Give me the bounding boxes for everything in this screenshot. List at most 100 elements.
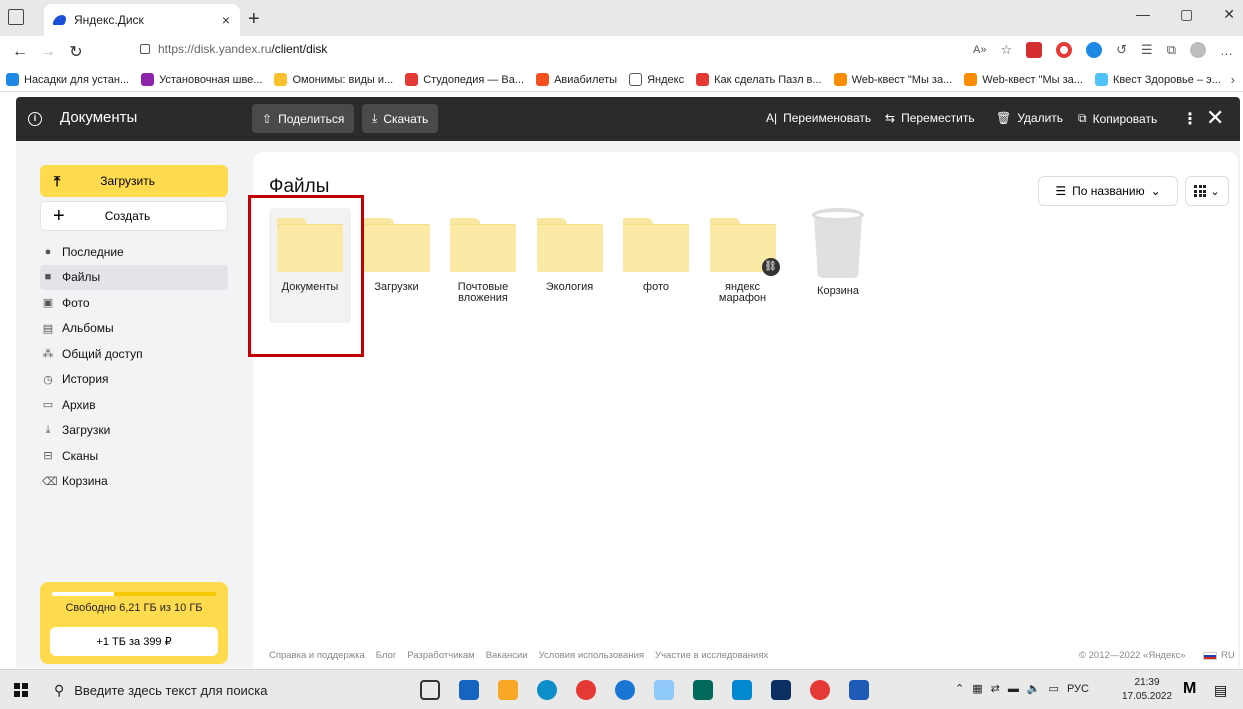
bookmark-item[interactable]: Насадки для устан... (6, 73, 129, 86)
upload-button[interactable]: ⤒ Загрузить (40, 165, 228, 197)
folder-item[interactable]: Загрузки (356, 208, 438, 293)
meet-app-icon[interactable]: M (1183, 680, 1196, 698)
sidebar-item[interactable]: ▣ Фото (40, 290, 228, 316)
bookmark-item[interactable]: Установочная шве... (141, 73, 262, 86)
new-tab-icon[interactable]: + (248, 8, 260, 31)
create-button[interactable]: + Создать (40, 201, 228, 231)
photoshop-icon[interactable] (771, 680, 791, 700)
footer-link[interactable]: Разработчикам (407, 650, 474, 661)
volume-icon[interactable]: 🔈 (1027, 682, 1041, 695)
pycharm-icon[interactable] (693, 680, 713, 700)
trash-folder[interactable]: Корзина (797, 208, 879, 297)
sidebar-item[interactable]: ⁂ Общий доступ (40, 341, 228, 367)
sidebar-item[interactable]: ⊟ Сканы (40, 443, 228, 469)
bookmark-item[interactable]: Web-квест "Мы за... (964, 73, 1083, 86)
copy-button[interactable]: ⧉ Копировать (1078, 111, 1157, 126)
notifications-icon[interactable]: ▤ (1214, 682, 1227, 699)
sidebar-item-icon: ■ (44, 271, 52, 284)
download-button[interactable]: ⤓ Скачать (362, 104, 439, 133)
sidebar-item[interactable]: ▭ Архив (40, 392, 228, 418)
network-icon[interactable]: ⇄ (991, 682, 1000, 695)
task-view-icon[interactable] (420, 680, 440, 700)
collections-icon[interactable]: ⧉ (1167, 42, 1176, 58)
tab-close-icon[interactable]: × (222, 12, 230, 28)
extension-red-icon[interactable] (1026, 42, 1043, 58)
footer-link[interactable]: Блог (376, 650, 397, 661)
paint-icon[interactable] (654, 680, 674, 700)
sidebar-item[interactable]: ● Последние (40, 239, 228, 265)
windows-start-icon[interactable] (14, 683, 28, 697)
storage-free-text: Свободно 6,21 ГБ из 10 ГБ (65, 602, 203, 614)
back-icon[interactable]: ← (6, 43, 34, 61)
extension-blue-icon[interactable] (1086, 42, 1103, 58)
telegram-icon[interactable] (615, 680, 635, 700)
tray-app-icon[interactable]: ▦ (972, 682, 982, 695)
bookmark-item[interactable]: Омонимы: виды и... (274, 73, 393, 86)
read-aloud-icon[interactable]: A» (973, 44, 986, 56)
sidebar-item-label: Архив (62, 397, 96, 412)
sidebar-item-label: Фото (62, 295, 90, 310)
photos-icon[interactable] (732, 680, 752, 700)
tray-chevron-icon[interactable]: ⌃ (955, 682, 964, 695)
bookmark-item[interactable]: Квест Здоровье – э... (1094, 73, 1221, 86)
view-mode-dropdown[interactable]: ⌄ (1185, 176, 1229, 206)
chrome-icon[interactable] (576, 680, 596, 700)
info-icon[interactable]: i (28, 112, 42, 126)
file-explorer-icon[interactable] (498, 680, 518, 700)
bookmark-label: Квест Здоровье – э... (1112, 73, 1221, 86)
minimize-icon[interactable]: — (1136, 6, 1150, 23)
store-icon[interactable] (459, 680, 479, 700)
footer-link[interactable]: Условия использования (539, 650, 644, 661)
language-switch[interactable]: RU (1203, 650, 1235, 661)
sidebar-item[interactable]: ◷ История (40, 367, 228, 393)
url-host: https://disk.yandex.ru (158, 42, 272, 56)
bookmark-item[interactable]: Как сделать Пазл в... (696, 73, 822, 86)
profile-avatar[interactable] (1190, 42, 1206, 58)
sidebar-item[interactable]: ⌫ Корзина (40, 469, 228, 495)
folder-item[interactable]: ⛓ яндекс марафон (702, 208, 784, 304)
close-selection-icon[interactable]: ✕ (1206, 105, 1224, 131)
edge-icon[interactable] (537, 680, 557, 700)
tab-actions-icon[interactable] (8, 9, 24, 25)
sidebar-item[interactable]: ▤ Альбомы (40, 316, 228, 342)
favorites-icon[interactable]: ☰ (1141, 42, 1153, 58)
bookmark-item[interactable]: Яндекс (629, 73, 684, 86)
chat-icon[interactable]: ▭ (1049, 682, 1059, 695)
bookmark-item[interactable]: Авиабилеты (536, 73, 617, 86)
footer-link[interactable]: Вакансии (486, 650, 528, 661)
input-language[interactable]: РУС (1067, 683, 1089, 695)
folder-item[interactable]: Почтовые вложения (442, 208, 524, 304)
bookmark-item[interactable]: Студопедия — Ва... (405, 73, 524, 86)
footer-link[interactable]: Участие в исследованиях (655, 650, 768, 661)
word-icon[interactable] (849, 680, 869, 700)
refresh-ext-icon[interactable]: ↺ (1116, 42, 1127, 58)
sidebar-item[interactable]: ⤓ Загрузки (40, 418, 228, 444)
battery-icon[interactable]: ▬ (1008, 683, 1019, 695)
window-close-icon[interactable]: ✕ (1223, 6, 1235, 23)
footer-link[interactable]: Справка и поддержка (269, 650, 365, 661)
share-button[interactable]: ⇧ Поделиться (252, 104, 355, 133)
chrome-second-icon[interactable] (810, 680, 830, 700)
move-button[interactable]: ⇆ Переместить (885, 111, 975, 125)
taskbar-search[interactable]: ⚲ Введите здесь текст для поиска (44, 670, 314, 709)
sort-dropdown[interactable]: ☰ По названию ⌄ (1038, 176, 1178, 206)
bookmark-item[interactable]: Web-квест "Мы за... (833, 73, 952, 86)
favorite-star-icon[interactable]: ☆ (1000, 42, 1012, 58)
buy-storage-button[interactable]: +1 ТБ за 399 ₽ (50, 627, 218, 656)
delete-button[interactable]: 🗑 Удалить (996, 111, 1063, 125)
forward-icon[interactable]: → (34, 43, 62, 61)
bookmarks-more-icon[interactable]: › (1231, 72, 1235, 87)
browser-tab[interactable]: Яндекс.Диск × (44, 4, 240, 36)
url-field[interactable]: https://disk.yandex.ru/client/disk (140, 42, 327, 56)
rename-button[interactable]: A| Переименовать (766, 111, 871, 125)
maximize-icon[interactable]: ▢ (1180, 6, 1193, 23)
sidebar-item[interactable]: ■ Файлы (40, 264, 228, 290)
more-menu-icon[interactable]: … (1220, 43, 1233, 58)
opera-icon[interactable] (1056, 42, 1073, 58)
sidebar-item-icon: ⌫ (42, 475, 58, 488)
more-vertical-icon[interactable]: ⋮ (1182, 109, 1198, 129)
reload-icon[interactable]: ↻ (62, 42, 90, 62)
folder-item[interactable]: фото (615, 208, 697, 293)
taskbar-clock[interactable]: 21:39 17.05.2022 (1122, 676, 1172, 704)
folder-item[interactable]: Экология (529, 208, 611, 293)
